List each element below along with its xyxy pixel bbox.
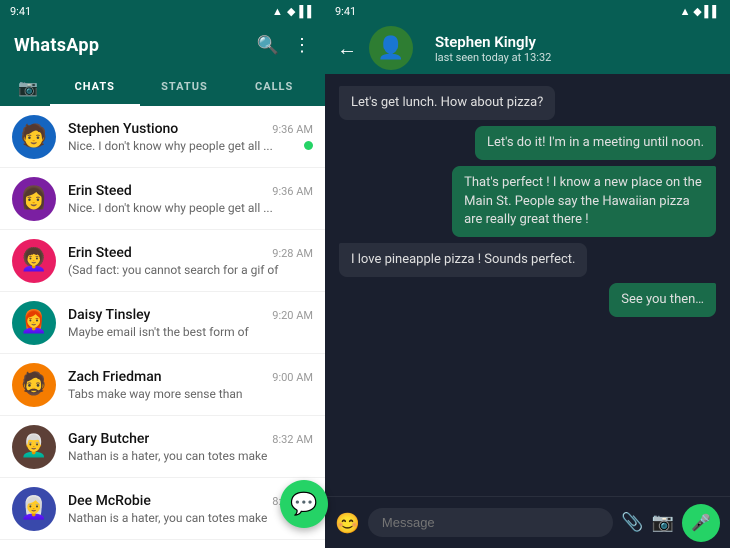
more-options-icon[interactable]: ⋮ [293,35,311,56]
chat-time: 9:20 AM [272,309,313,322]
avatar: 👨‍🦳 [12,425,56,469]
chat-name: Stephen Yustiono [68,121,178,137]
status-icons: ▲ ◆ ▌▌ [272,5,315,18]
chat-name: Erin Steed [68,183,132,199]
chat-header: ← 👤 Stephen Kingly last seen today at 13… [325,22,730,74]
chat-name: Gary Butcher [68,431,149,447]
input-bar: 😊 📎 📷 🎤 [325,496,730,548]
chat-time: 9:00 AM [272,371,313,384]
chat-name: Erin Steed [68,245,132,261]
contact-status: last seen today at 13:32 [435,51,718,64]
avatar: 🧑 [12,115,56,159]
status-bar-left: 9:41 ▲ ◆ ▌▌ [0,0,325,22]
avatar: 👩‍🦳 [12,487,56,531]
contact-info: Stephen Kingly last seen today at 13:32 [435,33,718,64]
right-panel: 9:41 ▲ ◆ ▌▌ ← 👤 Stephen Kingly last seen… [325,0,730,548]
tab-chats[interactable]: CHATS [50,68,140,106]
app-header: WhatsApp 🔍 ⋮ [0,22,325,68]
chat-preview: Nathan is a hater, you can totes make [68,511,313,525]
message-bubble-received: I love pineapple pizza ! Sounds perfect. [339,243,587,277]
emoji-button[interactable]: 😊 [335,511,360,535]
app-title: WhatsApp [14,35,99,56]
status-bar-right: 9:41 ▲ ◆ ▌▌ [325,0,730,22]
chat-list-item[interactable]: 👩 Erin Steed 9:36 AM Nice. I don't know … [0,168,325,230]
tab-status[interactable]: STATUS [140,68,230,106]
attach-button[interactable]: 📎 [621,512,643,533]
chat-content: Erin Steed 9:36 AM Nice. I don't know wh… [68,183,313,215]
chat-content: Erin Steed 9:28 AM (Sad fact: you cannot… [68,245,313,277]
search-icon[interactable]: 🔍 [257,35,279,56]
message-input-wrap [368,508,613,537]
message-bubble-sent: Let's do it! I'm in a meeting until noon… [475,126,716,160]
status-time-right: 9:41 [335,5,356,18]
chat-list-item[interactable]: 👩‍🦱 Erin Steed 9:28 AM (Sad fact: you ca… [0,230,325,292]
chat-content: Zach Friedman 9:00 AM Tabs make way more… [68,369,313,401]
camera-button[interactable]: 📷 [652,512,674,533]
chat-time: 9:28 AM [272,247,313,260]
chat-list-item[interactable]: 👩‍🦰 Daisy Tinsley 9:20 AM Maybe email is… [0,292,325,354]
chat-name: Zach Friedman [68,369,162,385]
chat-preview: Maybe email isn't the best form of [68,325,313,339]
new-chat-fab[interactable]: 💬 [280,480,328,528]
left-panel: 9:41 ▲ ◆ ▌▌ WhatsApp 🔍 ⋮ 📷 CHATS STATUS … [0,0,325,548]
chat-content: Dee McRobie 8:35 AM Nathan is a hater, y… [68,493,313,525]
chat-list-item[interactable]: 🧔 Zach Friedman 9:00 AM Tabs make way mo… [0,354,325,416]
chat-time: 8:32 AM [272,433,313,446]
chat-list-item[interactable]: 🧑 Stephen Yustiono 9:36 AM Nice. I don't… [0,106,325,168]
tab-calls[interactable]: CALLS [229,68,319,106]
new-chat-icon: 💬 [290,492,317,517]
avatar: 👩‍🦰 [12,301,56,345]
mic-icon: 🎤 [691,513,711,532]
back-button[interactable]: ← [337,36,357,61]
status-time: 9:41 [10,5,31,18]
chat-time: 9:36 AM [272,123,313,136]
header-actions: 🔍 ⋮ [257,35,311,56]
camera-tab[interactable]: 📷 [6,68,50,106]
chat-content: Gary Butcher 8:32 AM Nathan is a hater, … [68,431,313,463]
chat-preview: (Sad fact: you cannot search for a gif o… [68,263,313,277]
chat-preview: Tabs make way more sense than [68,387,313,401]
chat-time: 9:36 AM [272,185,313,198]
message-bubble-sent: That's perfect ! I know a new place on t… [452,166,716,237]
message-input[interactable] [382,515,599,530]
chat-list-item[interactable]: 👩‍🦳 Dee McRobie 8:35 AM Nathan is a hate… [0,478,325,540]
avatar: 🧔 [12,363,56,407]
chat-preview: Nathan is a hater, you can totes make [68,449,313,463]
chat-name: Daisy Tinsley [68,307,150,323]
messages-area: Let's get lunch. How about pizza? Let's d… [325,74,730,496]
tabs-bar: 📷 CHATS STATUS CALLS [0,68,325,106]
chat-list-item[interactable]: 👨‍🦳 Gary Butcher 8:32 AM Nathan is a hat… [0,416,325,478]
chat-preview: Nice. I don't know why people get all ..… [68,139,300,153]
chat-name: Dee McRobie [68,493,151,509]
chat-list-item[interactable]: 👩‍🦲 Patricia Jordan 8:30 AM Nathan is a … [0,540,325,548]
avatar: 👩‍🦱 [12,239,56,283]
contact-avatar: 👤 [369,26,413,70]
camera-icon: 📷 [18,78,38,97]
chat-preview: Nice. I don't know why people get all ..… [68,201,313,215]
contact-name: Stephen Kingly [435,33,718,51]
mic-button[interactable]: 🎤 [682,504,720,542]
chat-list: 🧑 Stephen Yustiono 9:36 AM Nice. I don't… [0,106,325,548]
avatar: 👩 [12,177,56,221]
unread-indicator [304,141,313,150]
chat-content: Stephen Yustiono 9:36 AM Nice. I don't k… [68,121,313,153]
chat-content: Daisy Tinsley 9:20 AM Maybe email isn't … [68,307,313,339]
message-bubble-received: Let's get lunch. How about pizza? [339,86,555,120]
message-bubble-sent: See you then… [609,283,716,317]
